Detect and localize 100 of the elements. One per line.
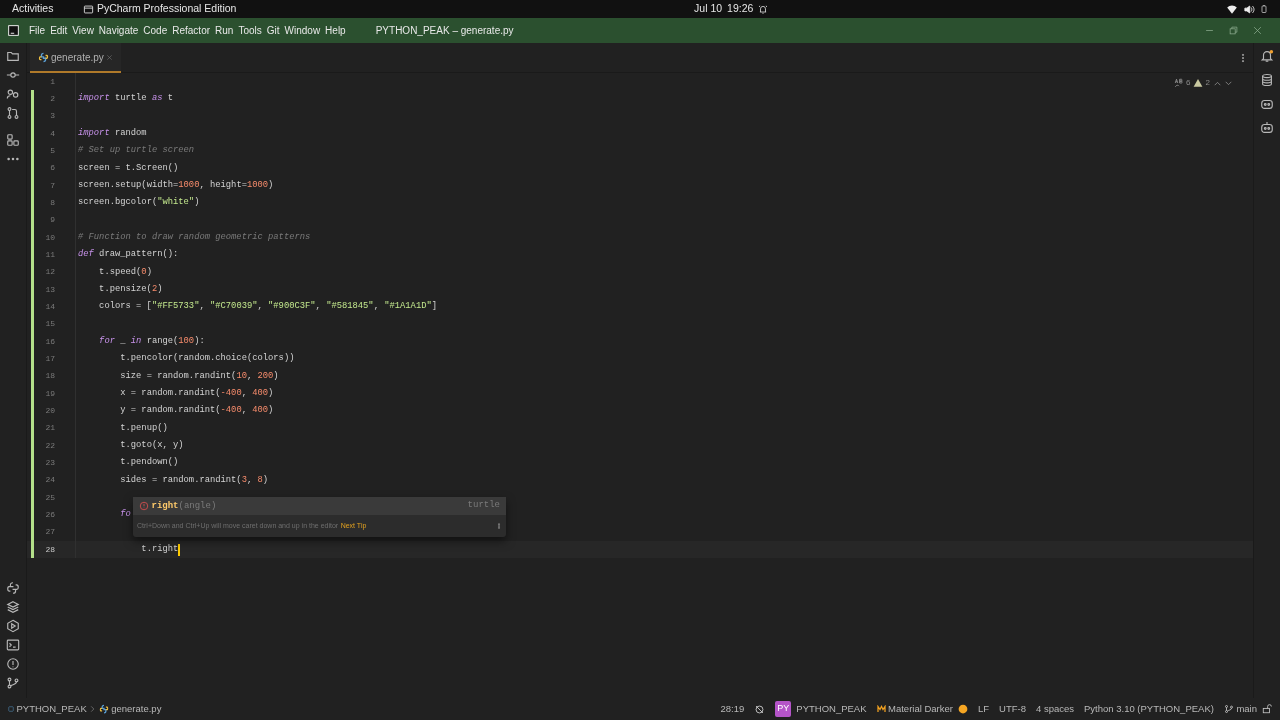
code-line: screen.setup(width=1000, height=1000) — [78, 179, 274, 193]
change-marker[interactable] — [31, 402, 34, 420]
activities-button[interactable]: Activities — [12, 1, 54, 17]
menu-item[interactable]: Git — [266, 23, 280, 38]
app-logo-icon — [8, 25, 19, 36]
line-ending[interactable]: LF — [977, 701, 990, 717]
menu-item[interactable]: Refactor — [172, 23, 211, 38]
problems-icon[interactable] — [6, 656, 20, 671]
change-marker[interactable] — [31, 263, 34, 281]
code-line: # Function to draw random geometric patterns — [78, 231, 311, 244]
change-marker[interactable] — [31, 367, 34, 385]
change-marker[interactable] — [31, 90, 34, 108]
indent-setting[interactable]: 4 spaces — [1036, 701, 1074, 717]
warning-icon — [1193, 78, 1204, 88]
python-interpreter[interactable]: Python 3.10 (PYTHON_PEAK) — [1084, 701, 1214, 717]
change-marker[interactable] — [31, 488, 34, 507]
line-number: 16 — [44, 335, 55, 348]
python-icon[interactable] — [6, 580, 20, 595]
app-window-icon — [83, 3, 95, 15]
change-marker[interactable] — [31, 350, 34, 368]
clock-date[interactable]: Jul 10 — [694, 1, 723, 17]
line-number: 23 — [44, 456, 55, 469]
change-marker[interactable] — [31, 176, 34, 195]
change-marker[interactable] — [31, 332, 34, 351]
status-dot-icon[interactable] — [957, 704, 968, 714]
change-marker[interactable] — [31, 471, 34, 489]
alarm-icon — [758, 3, 769, 15]
menu-item[interactable]: Window — [284, 23, 321, 38]
completion-item[interactable]: right(angle) turtle — [133, 497, 506, 515]
close-icon[interactable] — [1253, 26, 1262, 35]
menu-item[interactable]: File — [29, 23, 46, 38]
change-marker[interactable] — [31, 454, 34, 472]
code-line: for _ in range(100): — [99, 335, 205, 348]
robot-icon[interactable] — [1260, 121, 1274, 135]
layers-icon[interactable] — [6, 599, 20, 614]
project-name[interactable]: PYTHON_PEAK — [796, 701, 867, 717]
line-number: 24 — [44, 474, 55, 487]
wifi-icon[interactable] — [1226, 3, 1238, 15]
change-marker[interactable] — [31, 246, 34, 264]
structure-icon[interactable] — [6, 133, 20, 147]
editor-tab[interactable]: generate.py — [29, 43, 122, 73]
git-branch[interactable]: main — [1236, 701, 1257, 717]
line-number: 21 — [44, 422, 55, 435]
clock-time[interactable]: 19:26 — [727, 1, 754, 17]
code-line: # Set up turtle screen — [78, 144, 195, 158]
change-marker[interactable] — [31, 419, 34, 437]
line-number: 20 — [44, 404, 55, 417]
line-number: 11 — [44, 248, 55, 261]
change-marker[interactable] — [31, 125, 34, 143]
change-marker[interactable] — [31, 194, 34, 212]
line-number: 26 — [44, 508, 55, 521]
change-marker[interactable] — [31, 384, 34, 403]
git-icon[interactable] — [6, 675, 20, 690]
notification-icon[interactable] — [1260, 49, 1274, 63]
close-icon[interactable] — [106, 53, 114, 61]
project-badge: PY — [775, 701, 792, 717]
file-encoding[interactable]: UTF-8 — [999, 701, 1026, 717]
menu-item[interactable]: Help — [325, 23, 346, 38]
change-marker[interactable] — [31, 540, 34, 559]
menu-item[interactable]: Navigate — [98, 23, 139, 38]
run-icon[interactable] — [6, 618, 20, 633]
breadcrumb[interactable]: PYTHON_PEAK — [16, 701, 87, 717]
line-number: 18 — [44, 370, 55, 383]
volume-icon[interactable] — [1243, 3, 1255, 15]
breadcrumb[interactable]: generate.py — [111, 701, 162, 717]
menu-item[interactable]: Edit — [50, 23, 68, 38]
battery-icon[interactable] — [1260, 3, 1268, 15]
change-marker[interactable] — [31, 159, 34, 177]
change-marker[interactable] — [31, 315, 34, 333]
lock-icon[interactable] — [1262, 704, 1272, 714]
terminal-icon[interactable] — [6, 637, 20, 652]
code-line: t.right — [141, 542, 179, 556]
menu-item[interactable]: Tools — [238, 23, 262, 38]
caret-position[interactable]: 28:19 — [720, 701, 745, 717]
change-marker[interactable] — [31, 107, 34, 125]
database-icon[interactable] — [1260, 73, 1274, 87]
app-name[interactable]: PyCharm Professional Edition — [96, 1, 237, 17]
theme-name[interactable]: Material Darker — [888, 701, 953, 717]
assistant-icon[interactable] — [1260, 97, 1274, 111]
menu-item[interactable]: Run — [215, 23, 234, 38]
change-marker[interactable] — [31, 211, 34, 229]
folder-icon[interactable] — [6, 49, 20, 63]
warning-count: 2 — [1205, 77, 1210, 89]
restore-icon[interactable] — [1229, 26, 1238, 35]
menu-item[interactable]: View — [72, 23, 94, 38]
code-line: import random — [78, 127, 147, 141]
change-marker[interactable] — [31, 523, 34, 541]
change-marker[interactable] — [31, 298, 34, 316]
change-marker[interactable] — [31, 506, 34, 524]
change-marker[interactable] — [31, 228, 34, 247]
code-line: t.pendown() — [120, 456, 179, 470]
code-line: def draw_pattern(): — [78, 248, 179, 262]
change-marker[interactable] — [31, 280, 34, 299]
python-file-icon — [37, 51, 49, 63]
menu-item[interactable]: Code — [143, 23, 168, 38]
pull-request-icon[interactable] — [6, 106, 20, 120]
change-marker[interactable] — [31, 436, 34, 455]
code-line: t.goto(x, y) — [120, 438, 184, 452]
people-icon[interactable] — [6, 87, 20, 101]
change-marker[interactable] — [31, 142, 34, 160]
